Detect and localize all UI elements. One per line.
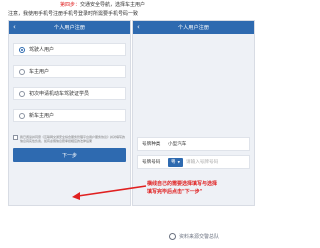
caret-down-icon: ▼ xyxy=(177,160,180,164)
radio-icon[interactable] xyxy=(19,112,25,119)
annotation-line-1: 横线自己的需要选择填写与选择 xyxy=(147,181,218,187)
page-title: 个人用户注册 xyxy=(53,25,86,31)
option-label: 驾驶人用户 xyxy=(29,47,55,53)
radio-icon[interactable] xyxy=(19,68,25,75)
province-prefix-value: 粤 xyxy=(171,160,176,165)
plate-number-input[interactable]: 请输入号牌号码 xyxy=(186,159,218,165)
annotation-line-2: 填写完毕后点击"下一步" xyxy=(147,189,203,195)
caption-step: 第四步：交通安全导航，选择车主用户 xyxy=(60,1,145,8)
option-new-owner-user[interactable]: 新车主用户 xyxy=(13,109,126,122)
form-spacer xyxy=(137,43,250,137)
option-learner-user[interactable]: 初次申请机动车驾驶证学员 xyxy=(13,87,126,100)
checkbox-icon[interactable] xyxy=(13,135,18,140)
right-phone-screen: ‹ 个人用户注册 号牌种类 小型汽车 号牌号码 粤 ▼ 请输入号牌号码 xyxy=(132,20,255,206)
plate-number-field[interactable]: 号牌号码 粤 ▼ 请输入号牌号码 xyxy=(137,155,250,169)
chevron-left-icon[interactable]: ‹ xyxy=(137,23,140,32)
watermark-logo-icon xyxy=(169,233,176,240)
agreement-text: 我已阅读并同意《互联网交通安全综合服务管理平台用户服务协议》并对填写的信息真实性… xyxy=(20,135,126,143)
option-label: 新车主用户 xyxy=(29,113,55,119)
caption-subtitle: 注意，我使用手机号注册手机号登录时所需要手机号码一致 xyxy=(8,10,138,17)
caption-step-label: 第四步： xyxy=(60,2,81,8)
caption-sub-prefix: 注意， xyxy=(8,11,24,17)
chevron-left-icon[interactable]: ‹ xyxy=(13,23,16,32)
option-label: 初次申请机动车驾驶证学员 xyxy=(29,91,90,97)
plate-type-select[interactable]: 小型汽车 xyxy=(168,141,186,147)
province-prefix-dropdown[interactable]: 粤 ▼ xyxy=(168,157,183,167)
option-label: 车主用户 xyxy=(29,69,50,75)
annotation-text: 横线自己的需要选择填写与选择 填写完毕后点击"下一步" xyxy=(147,180,217,196)
watermark: 资料来源交警总队 xyxy=(169,233,219,240)
radio-icon[interactable] xyxy=(19,90,25,97)
caption-step-text: 交通安全导航，选择车主用户 xyxy=(80,2,146,8)
title-bar: ‹ 个人用户注册 xyxy=(133,21,254,34)
plate-type-field[interactable]: 号牌种类 小型汽车 xyxy=(137,137,250,151)
agreement-row: 我已阅读并同意《互联网交通安全综合服务管理平台用户服务协议》并对填写的信息真实性… xyxy=(9,131,130,143)
option-driver-user[interactable]: 驾驶人用户 xyxy=(13,43,126,56)
title-bar: ‹ 个人用户注册 xyxy=(9,21,130,34)
plate-form: 号牌种类 小型汽车 号牌号码 粤 ▼ 请输入号牌号码 xyxy=(133,34,254,169)
user-type-options: 驾驶人用户 车主用户 初次申请机动车驾驶证学员 新车主用户 xyxy=(9,34,130,122)
page-title: 个人用户注册 xyxy=(177,25,210,31)
field-label: 号牌种类 xyxy=(142,142,161,147)
radio-icon[interactable] xyxy=(19,46,25,53)
left-phone-screen: ‹ 个人用户注册 驾驶人用户 车主用户 初次申请机动车驾驶证学员 新车主用户 我… xyxy=(8,20,131,206)
caption-sub-text: 我使用手机号注册手机号登录时所需要手机号码一致 xyxy=(23,11,139,17)
next-button[interactable]: 下一步 xyxy=(13,148,126,162)
watermark-text: 资料来源交警总队 xyxy=(179,234,220,240)
option-owner-user[interactable]: 车主用户 xyxy=(13,65,126,78)
field-label: 号牌号码 xyxy=(142,160,161,165)
